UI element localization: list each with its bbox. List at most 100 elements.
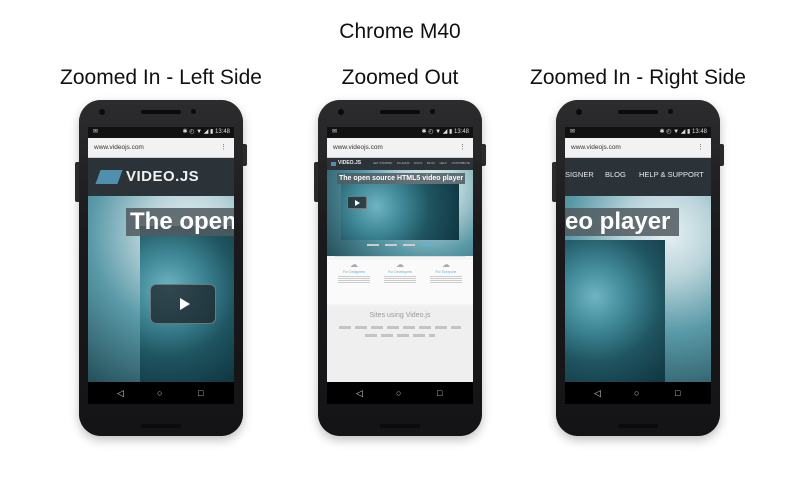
nav-item-help-support[interactable]: HELP & SUPPORT: [639, 170, 704, 179]
video-play-button[interactable]: [347, 196, 367, 209]
status-right: ✱ ◴ ▼ ◢ ▮ 13:48: [422, 127, 469, 138]
nav-item-get-started[interactable]: GET STARTED: [373, 161, 392, 165]
front-camera-icon: [338, 109, 344, 115]
cloud-icon: ☁: [350, 260, 358, 269]
browser-menu-icon[interactable]: ⋮: [697, 138, 704, 157]
url-text[interactable]: www.videojs.com: [333, 138, 383, 157]
status-time: 13:48: [691, 129, 707, 135]
notification-icon: ✉: [570, 129, 576, 135]
phone-screen: ✉ ✱ ◴ ▼ ◢ ▮ 13:48 www.videojs.com ⋮ SIGN…: [565, 127, 711, 404]
feature-text-placeholder: [338, 276, 370, 284]
power-button: [243, 144, 247, 166]
notification-icon: ✉: [332, 129, 338, 135]
bottom-speaker: [380, 424, 420, 428]
video-play-button[interactable]: [150, 284, 216, 324]
bottom-speaker: [141, 424, 181, 428]
notification-icon: ✉: [93, 129, 99, 135]
url-bar[interactable]: www.videojs.com ⋮: [88, 138, 234, 158]
sites-section: Sites using Video.js: [327, 306, 473, 382]
site-header: VIDEO.JS GET STARTED PLUGINS DOCS BLOG H…: [327, 158, 473, 170]
bottom-speaker: [618, 424, 658, 428]
hero-headline: The open source HTML5 video player: [337, 173, 465, 184]
status-time: 13:48: [453, 129, 469, 135]
power-button: [720, 144, 724, 166]
videojs-logo-icon: [331, 162, 336, 166]
hero-video-area: [341, 184, 459, 240]
sensor: [191, 109, 196, 114]
sensor: [668, 109, 673, 114]
recents-icon[interactable]: □: [675, 388, 680, 398]
home-icon[interactable]: ○: [157, 388, 162, 398]
cloud-icon: ☁: [442, 260, 450, 269]
back-icon[interactable]: ◁: [356, 388, 363, 398]
power-button: [482, 144, 486, 166]
nav-item-contribute[interactable]: CONTRIBUTE: [452, 161, 470, 165]
cloud-icon: ☁: [396, 260, 404, 269]
feature-text-placeholder: [430, 276, 462, 284]
play-icon: [180, 298, 190, 310]
play-icon: [355, 200, 360, 206]
nav-item-blog[interactable]: BLOG: [427, 161, 435, 165]
back-icon[interactable]: ◁: [117, 388, 124, 398]
webpage: VIDEO.JS GET STARTED PLUGINS DOCS BLOG H…: [327, 158, 473, 382]
hero-headline: eo player: [565, 208, 679, 236]
hero-video-area: [565, 240, 665, 382]
recents-icon[interactable]: □: [198, 388, 203, 398]
feature-title: For Designers: [343, 270, 365, 274]
column-title-center: Zoomed Out: [341, 66, 459, 89]
status-right: ✱ ◴ ▼ ◢ ▮ 13:48: [183, 127, 230, 138]
volume-button: [314, 162, 318, 202]
url-text[interactable]: www.videojs.com: [571, 138, 621, 157]
volume-button: [75, 162, 79, 202]
nav-item-help[interactable]: HELP: [440, 161, 447, 165]
site-logo[interactable]: VIDEO.JS: [126, 168, 199, 185]
figure-title: Chrome M40: [339, 20, 461, 43]
nav-item-plugins[interactable]: PLUGINS: [397, 161, 409, 165]
column-title-left: Zoomed In - Left Side: [60, 66, 262, 89]
hero-headline: The open: [126, 208, 234, 236]
nav-item-designer[interactable]: SIGNER: [565, 170, 594, 179]
url-text[interactable]: www.videojs.com: [94, 138, 144, 157]
feature-developers: ☁ For Developers: [379, 260, 421, 284]
back-icon[interactable]: ◁: [594, 388, 601, 398]
status-right: ✱ ◴ ▼ ◢ ▮ 13:48: [660, 127, 707, 138]
carousel-dot-active[interactable]: [421, 244, 433, 246]
home-icon[interactable]: ○: [634, 388, 639, 398]
status-icons: ✱ ◴ ▼ ◢ ▮: [659, 129, 691, 135]
status-bar: ✉ ✱ ◴ ▼ ◢ ▮ 13:48: [565, 127, 711, 138]
webpage: SIGNER BLOG HELP & SUPPORT eo player: [565, 158, 711, 382]
site-nav: GET STARTED PLUGINS DOCS BLOG HELP CONTR…: [373, 161, 470, 165]
earpiece: [141, 110, 181, 114]
url-bar[interactable]: www.videojs.com ⋮: [565, 138, 711, 158]
android-nav-bar: ◁ ○ □: [88, 382, 234, 404]
sites-heading: Sites using Video.js: [369, 312, 431, 319]
phone-zoomed-in-right: ✉ ✱ ◴ ▼ ◢ ▮ 13:48 www.videojs.com ⋮ SIGN…: [552, 100, 724, 436]
feature-everyone: ☁ For Everyone: [425, 260, 467, 284]
browser-menu-icon[interactable]: ⋮: [220, 138, 227, 157]
earpiece: [618, 110, 658, 114]
site-logos-row: [365, 334, 435, 337]
volume-button: [552, 162, 556, 202]
nav-item-blog[interactable]: BLOG: [605, 170, 626, 179]
recents-icon[interactable]: □: [437, 388, 442, 398]
carousel-dot[interactable]: [385, 244, 397, 246]
earpiece: [380, 110, 420, 114]
phone-screen: ✉ ✱ ◴ ▼ ◢ ▮ 13:48 www.videojs.com ⋮ VIDE…: [327, 127, 473, 404]
carousel-dot[interactable]: [367, 244, 379, 246]
android-nav-bar: ◁ ○ □: [565, 382, 711, 404]
features-section: ☁ For Designers ☁ For Developers ☁ For E…: [327, 260, 473, 304]
status-bar: ✉ ✱ ◴ ▼ ◢ ▮ 13:48: [88, 127, 234, 138]
site-logo[interactable]: VIDEO.JS: [338, 160, 361, 166]
status-time: 13:48: [214, 129, 230, 135]
content-divider: [335, 256, 465, 257]
url-bar[interactable]: www.videojs.com ⋮: [327, 138, 473, 158]
nav-item-docs[interactable]: DOCS: [414, 161, 422, 165]
feature-text-placeholder: [384, 276, 416, 284]
carousel-dot[interactable]: [403, 244, 415, 246]
browser-menu-icon[interactable]: ⋮: [459, 138, 466, 157]
feature-title: For Developers: [388, 270, 412, 274]
home-icon[interactable]: ○: [396, 388, 401, 398]
phone-zoomed-out: ✉ ✱ ◴ ▼ ◢ ▮ 13:48 www.videojs.com ⋮ VIDE…: [314, 100, 486, 436]
status-icons: ✱ ◴ ▼ ◢ ▮: [421, 129, 453, 135]
site-header: VIDEO.JS: [88, 158, 234, 196]
